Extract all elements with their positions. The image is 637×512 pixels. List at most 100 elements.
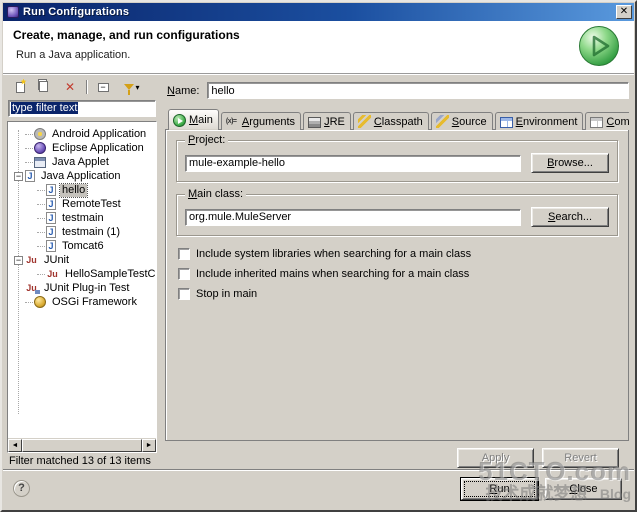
filter-input-value: type filter text (11, 102, 79, 114)
tab-arguments[interactable]: (x)= Arguments (220, 112, 302, 130)
java-run-config-icon: J (46, 240, 56, 252)
browse-button[interactable]: Browse... (531, 153, 609, 173)
tree-item-label: hello (58, 182, 89, 198)
java-application-icon: J (25, 170, 35, 182)
tree-item-label: Eclipse Application (52, 141, 144, 154)
tree-item-testmain[interactable]: J testmain (8, 211, 156, 225)
tab-source[interactable]: Source (430, 112, 493, 130)
close-window-button[interactable]: ✕ (616, 5, 632, 19)
jre-tab-icon (308, 116, 322, 128)
scroll-left-arrow[interactable]: ◄ (8, 439, 22, 452)
checkbox-include-inherited-mains[interactable]: Include inherited mains when searching f… (178, 268, 618, 280)
tab-label: Arguments (241, 115, 296, 128)
name-input[interactable] (207, 82, 629, 99)
main-tab-panel: Project: Browse... Main class: Search... (165, 129, 629, 441)
revert-button[interactable]: Revert (542, 448, 619, 468)
java-run-config-icon: J (46, 184, 56, 196)
tab-label: Source (451, 115, 487, 128)
tree-connector (37, 273, 45, 275)
window-title: Run Configurations (23, 6, 130, 18)
tab-main[interactable]: Main (168, 109, 219, 130)
tree-connector (37, 217, 45, 219)
tree-connector (37, 203, 45, 205)
tree-item-remotetest[interactable]: J RemoteTest (8, 197, 156, 211)
tab-label: JRE (324, 115, 345, 128)
sidebar-toolbar: ✕ − ▾ (7, 78, 157, 98)
tree-item-osgi-framework[interactable]: OSGi Framework (8, 295, 156, 309)
tree-item-java-application[interactable]: − J Java Application (8, 169, 156, 183)
filter-input[interactable]: type filter text (8, 100, 156, 117)
checkbox-stop-in-main[interactable]: Stop in main (178, 288, 618, 300)
java-applet-icon (34, 156, 46, 168)
tab-label: Environment (515, 115, 578, 128)
run-button[interactable]: Run (461, 478, 538, 500)
scroll-right-arrow[interactable]: ► (142, 439, 156, 452)
main-class-group-label: Main class: (185, 188, 247, 200)
source-tab-icon (435, 115, 449, 128)
eclipse-application-icon (34, 142, 46, 154)
tree-item-label: Java Applet (52, 155, 109, 168)
project-input[interactable] (185, 154, 521, 172)
checkbox-label: Include inherited mains when searching f… (196, 268, 470, 280)
tree-connector (25, 161, 33, 163)
tree-item-label: JUnit Plug-in Test (44, 281, 130, 294)
tree-item-junit[interactable]: − Ju JUnit (8, 253, 156, 267)
configurations-tree-panel: Android Application Eclipse Application … (7, 121, 157, 453)
run-configurations-dialog: Run Configurations ✕ Create, manage, and… (0, 0, 637, 512)
filter-menu-button[interactable]: ▾ (119, 79, 145, 95)
main-class-input[interactable] (185, 208, 521, 226)
duplicate-configuration-button[interactable] (36, 79, 54, 95)
tree-connector (37, 189, 45, 191)
collapse-all-icon: − (97, 82, 109, 92)
tree-item-label: HelloSampleTestCase (65, 267, 156, 280)
project-group: Project: Browse... (176, 134, 618, 182)
configuration-editor: Name: Main (x)= Arguments JRE (165, 78, 629, 468)
scrollbar-thumb[interactable] (22, 439, 142, 452)
close-button[interactable]: Close (545, 478, 622, 500)
common-tab-icon (590, 116, 604, 128)
tree-connector (25, 133, 33, 135)
checkbox-icon[interactable] (178, 268, 190, 280)
help-button[interactable]: ? (13, 480, 30, 497)
apply-revert-row: Apply Revert (165, 448, 619, 468)
tree-item-label: testmain (62, 211, 104, 224)
new-configuration-button[interactable] (11, 79, 29, 95)
checkbox-icon[interactable] (178, 248, 190, 260)
tab-label: Classpath (373, 115, 423, 128)
tree-horizontal-scrollbar[interactable]: ◄ ► (8, 438, 156, 452)
tree-connector (37, 231, 45, 233)
tree-item-testmain-1[interactable]: J testmain (1) (8, 225, 156, 239)
tree-connector (25, 301, 33, 303)
tree-item-label: RemoteTest (62, 197, 121, 210)
checkbox-include-system-libraries[interactable]: Include system libraries when searching … (178, 248, 618, 260)
search-button[interactable]: Search... (531, 207, 609, 227)
tree-item-java-applet[interactable]: Java Applet (8, 155, 156, 169)
delete-configuration-button[interactable]: ✕ (61, 79, 79, 95)
name-row: Name: (167, 82, 629, 99)
osgi-framework-icon (34, 296, 46, 308)
app-icon (7, 6, 19, 18)
tree-item-hello[interactable]: J hello (8, 182, 156, 198)
tab-label: Common (606, 115, 629, 128)
tree-item-tomcat6[interactable]: J Tomcat6 (8, 239, 156, 253)
tab-environment[interactable]: Environment (494, 112, 584, 130)
tab-bar: Main (x)= Arguments JRE Classpath Source (165, 109, 629, 130)
tree-item-junit-plugin-test[interactable]: Ju JUnit Plug-in Test (8, 281, 156, 295)
title-bar[interactable]: Run Configurations ✕ (3, 3, 634, 21)
checkbox-icon[interactable] (178, 288, 190, 300)
tree-item-label: Java Application (41, 169, 121, 182)
tab-common[interactable]: Common (585, 112, 629, 130)
chevron-down-icon: ▾ (135, 82, 140, 92)
tree-item-eclipse-application[interactable]: Eclipse Application (8, 141, 156, 155)
java-run-config-icon: J (46, 226, 56, 238)
tree-item-android-application[interactable]: Android Application (8, 127, 156, 141)
collapse-expander-icon[interactable]: − (14, 255, 23, 265)
collapse-all-button[interactable]: − (94, 79, 112, 95)
apply-button[interactable]: Apply (457, 448, 534, 468)
tree-item-hellosampletestcase[interactable]: Ju HelloSampleTestCase (8, 267, 156, 281)
collapse-expander-icon[interactable]: − (14, 171, 23, 181)
checkbox-label: Include system libraries when searching … (196, 248, 472, 260)
tab-classpath[interactable]: Classpath (352, 112, 429, 130)
tree-connector (25, 147, 33, 149)
tab-jre[interactable]: JRE (303, 112, 351, 130)
